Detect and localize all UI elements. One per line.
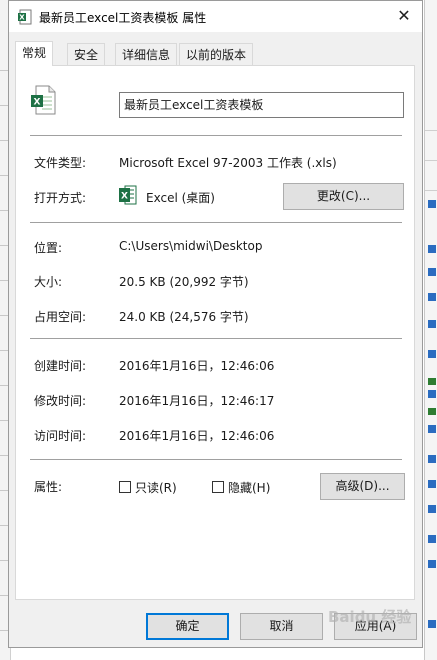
readonly-checkbox[interactable] [119,481,131,493]
separator [30,459,402,460]
created-value: 2016年1月16日，12:46:06 [119,359,275,373]
hidden-label[interactable]: 隐藏(H) [228,479,270,496]
file-name-value: 最新员工excel工资表模板 [124,98,264,112]
open-with-value: Excel (桌面) [146,191,215,205]
readonly-label[interactable]: 只读(R) [135,479,177,496]
file-name-field[interactable]: 最新员工excel工资表模板 [119,92,404,118]
created-label: 创建时间: [34,359,87,373]
tab-general[interactable]: 常规 [15,41,54,66]
accessed-value: 2016年1月16日，12:46:06 [119,429,275,443]
close-button[interactable]: ✕ [392,5,416,27]
general-panel: X 最新员工excel工资表模板 文件类型: Microsoft Excel 9… [15,65,415,600]
file-type-label: 文件类型: [34,156,87,170]
size-on-disk-value: 24.0 KB (24,576 字节) [119,310,249,324]
change-button[interactable]: 更改(C)... [283,183,404,210]
modified-value: 2016年1月16日，12:46:17 [119,394,275,408]
tab-security[interactable]: 安全 [67,43,106,65]
excel-file-icon: X [18,9,32,25]
svg-text:X: X [34,98,41,108]
separator [30,338,402,339]
separator [30,222,402,223]
background-app-right [424,0,437,660]
ok-button[interactable]: 确定 [146,613,229,640]
apply-button[interactable]: 应用(A) [334,613,417,640]
title-bar: X 最新员工excel工资表模板 属性 ✕ [9,1,422,32]
excel-document-icon: X [31,85,56,115]
advanced-button[interactable]: 高级(D)... [320,473,405,500]
hidden-checkbox[interactable] [212,481,224,493]
file-type-value: Microsoft Excel 97-2003 工作表 (.xls) [119,156,337,170]
size-label: 大小: [34,275,63,289]
tab-previous-versions[interactable]: 以前的版本 [179,43,254,65]
location-value: C:\Users\midwi\Desktop [119,239,263,253]
size-on-disk-label: 占用空间: [34,310,87,324]
excel-app-icon: X [119,185,137,205]
separator [30,135,402,136]
attributes-label: 属性: [34,480,63,494]
accessed-label: 访问时间: [34,429,87,443]
modified-label: 修改时间: [34,394,87,408]
tab-details[interactable]: 详细信息 [115,43,178,65]
properties-dialog: X 最新员工excel工资表模板 属性 ✕ 常规 安全 详细信息 以前的版本 X… [8,0,423,648]
cancel-button[interactable]: 取消 [240,613,323,640]
close-icon: ✕ [397,6,411,25]
svg-text:X: X [121,192,128,202]
location-label: 位置: [34,241,63,255]
open-with-label: 打开方式: [34,191,87,205]
window-title: 最新员工excel工资表模板 属性 [39,11,207,25]
svg-text:X: X [19,14,25,22]
size-value: 20.5 KB (20,992 字节) [119,275,249,289]
